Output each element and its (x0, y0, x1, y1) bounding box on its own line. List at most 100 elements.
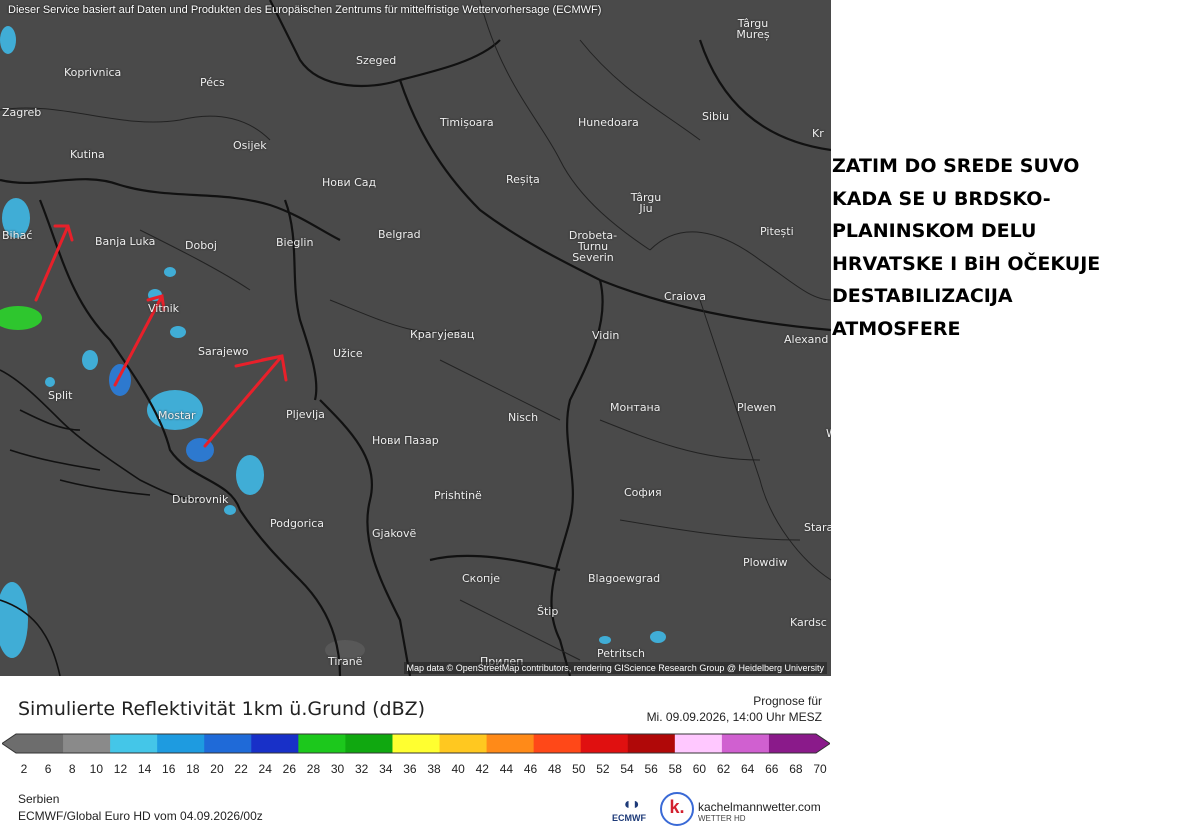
city-label: Скопје (462, 572, 501, 585)
forecast-annotation: ZATIM DO SREDE SUVO KADA SE U BRDSKO- PL… (832, 150, 1192, 345)
color-scale-tick-label: 46 (523, 762, 538, 776)
city-label: Split (48, 389, 73, 402)
color-scale-tick-label: 36 (403, 762, 417, 776)
color-scale-tick-label: 10 (89, 762, 104, 776)
city-label: Bihać (2, 229, 33, 242)
city-label: Sibiu (702, 110, 730, 123)
city-label: Drobeta-Turnu Severin (568, 229, 618, 264)
color-bar-segment (768, 734, 817, 753)
annotation-line: ATMOSFERE (832, 317, 961, 340)
ecmwf-icon: ◖◗ (622, 796, 642, 813)
kachelmann-subtitle: WETTER HD (698, 814, 746, 823)
color-scale-tick-label: 30 (330, 762, 345, 776)
color-scale-tick-label: 56 (644, 762, 658, 776)
city-label: Нови Пазар (372, 434, 439, 447)
color-scale-tick-label: 34 (379, 762, 393, 776)
color-scale-tick-label: 6 (44, 762, 52, 776)
annotation-line: ZATIM DO SREDE SUVO (832, 155, 1080, 177)
color-scale-tick-label: 28 (306, 762, 321, 776)
kachelmann-logo-icon: k. (660, 792, 694, 826)
color-bar-segment (627, 734, 676, 753)
kachelmann-site-link[interactable]: kachelmannwetter.com (698, 800, 821, 814)
city-label: Nisch (508, 411, 539, 424)
color-scale-tick-label: 24 (258, 762, 272, 776)
color-bar-right-cap (816, 734, 830, 753)
city-label: Sarajewo (198, 345, 249, 358)
city-label: Petritsch (597, 647, 645, 660)
color-scale-tick-label: 58 (668, 762, 682, 776)
city-label: Bieglin (276, 236, 314, 249)
color-scale-bar (2, 733, 830, 754)
color-scale-tick-label: 20 (210, 762, 224, 776)
color-scale-tick-label: 12 (113, 762, 128, 776)
city-label: Stara (804, 521, 831, 534)
city-label: Koprivnica (64, 66, 122, 79)
city-label: Dubrovnik (172, 493, 229, 506)
city-label: Plewen (737, 401, 777, 414)
prognose-label: Prognose für (753, 694, 822, 708)
city-label: Belgrad (378, 228, 421, 241)
city-label: Banja Luka (95, 235, 156, 248)
city-label: Pitești (760, 225, 794, 238)
city-label: Plowdiw (743, 556, 788, 569)
color-scale-tick-label: 54 (620, 762, 634, 776)
color-bar-segment (674, 734, 723, 753)
color-scale-tick-label: 16 (162, 762, 176, 776)
weather-map[interactable]: Dieser Service basiert auf Daten und Pro… (0, 0, 831, 676)
color-bar-segment (157, 734, 205, 753)
city-label: Tiranë (328, 655, 363, 668)
city-label: Kardsc (790, 616, 827, 629)
color-scale-tick-label: 68 (789, 762, 803, 776)
color-scale-tick-label: 42 (475, 762, 489, 776)
city-label: Нови Сад (322, 176, 377, 189)
color-bar-segment (580, 734, 629, 753)
color-scale-tick-label: 44 (499, 762, 514, 776)
color-scale-tick-label: 48 (547, 762, 562, 776)
color-scale-tick-label: 40 (451, 762, 465, 776)
city-label: Craiova (664, 290, 706, 303)
city-label: Užice (333, 347, 363, 360)
city-label: Târgu Mureș (736, 17, 770, 41)
ecmwf-text: ECMWF (612, 813, 646, 823)
color-bar-segment (721, 734, 770, 753)
city-label: Kr (812, 127, 824, 140)
color-bar-segment (345, 734, 393, 753)
prognose-date: Mi. 09.09.2026, 14:00 Uhr MESZ (646, 710, 822, 724)
color-scale-tick-label: 14 (137, 762, 152, 776)
city-label: Pljevlja (286, 408, 325, 421)
region-label: Serbien (18, 792, 60, 806)
city-label: Podgorica (270, 517, 325, 530)
city-label: Hunedoara (578, 116, 639, 129)
city-label: Blagoewgrad (588, 572, 661, 585)
city-label: Gjakovë (372, 527, 417, 540)
service-note: Dieser Service basiert auf Daten und Pro… (8, 4, 602, 16)
color-bar-segment (63, 734, 111, 753)
city-label: София (624, 486, 662, 499)
ecmwf-logo: ◖◗ ECMWF (612, 796, 652, 826)
city-label: Mostar (158, 409, 196, 422)
color-bar-segment (392, 734, 441, 753)
color-scale-tick-label: 8 (68, 762, 76, 776)
color-bar-segment (486, 734, 535, 753)
legend-title: Simulierte Reflektivität 1km ü.Grund (dB… (18, 698, 426, 720)
city-label: Vidin (592, 329, 620, 342)
map-attribution: Map data © OpenStreetMap contributors, r… (403, 662, 827, 674)
annotation-line: HRVATSKE I BiH OČEKUJE (832, 252, 1101, 275)
radar-echoes (0, 26, 666, 660)
annotation-line: DESTABILIZACIJA (832, 285, 1013, 307)
color-bar-segment (439, 734, 488, 753)
color-bar-segment (251, 734, 299, 753)
city-label: Vitnik (148, 302, 180, 315)
city-label: Prishtinë (434, 489, 482, 502)
color-scale-tick-label: 62 (716, 762, 731, 776)
color-bar-segment (204, 734, 252, 753)
city-label: Reșița (506, 173, 540, 186)
color-scale-tick-label: 52 (596, 762, 610, 776)
color-scale-tick-label: 32 (355, 762, 369, 776)
city-label: Timișoara (440, 116, 494, 129)
city-label: Pécs (200, 76, 225, 89)
color-scale-tick-label: 22 (234, 762, 248, 776)
city-label: Kutina (70, 148, 105, 161)
color-scale-tick-label: 2 (20, 762, 28, 776)
color-bar-segment (110, 734, 158, 753)
